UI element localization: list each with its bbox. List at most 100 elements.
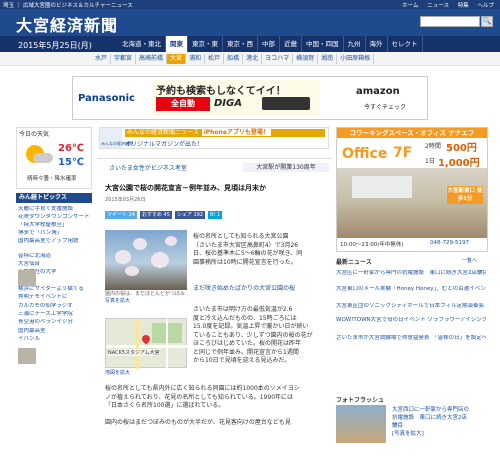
- coworking-2h-label: 2時間: [425, 143, 441, 150]
- region-tab[interactable]: 九州: [344, 36, 366, 52]
- magazine-promo-link[interactable]: オリジナルマガジンが出た！: [125, 139, 203, 148]
- cloud-icon: [33, 153, 53, 163]
- app-icon: みんなの経済新聞: [100, 128, 133, 148]
- hatena-bookmark-button[interactable]: B! 1: [208, 211, 223, 219]
- photo-flash-line[interactable]: [写真を拡大]: [392, 431, 424, 439]
- ad-product-logo: DIGA: [214, 98, 242, 109]
- city-link[interactable]: 船橋: [224, 54, 244, 64]
- coworking-1d-price: 1,000円: [438, 158, 480, 169]
- coworking-window: [352, 176, 412, 198]
- city-link[interactable]: 水戸: [92, 54, 112, 64]
- photo-flash-line[interactable]: 大宮西口に一軒家から専門店の: [392, 407, 469, 415]
- latest-news-item[interactable]: WOW!TOWN大宮で母の日イベント ソラフラワーアイシングクッキーのワークショ…: [336, 317, 486, 325]
- photo-caption: 園内の桜は、まだほとんどがつぼみ: [105, 291, 185, 297]
- city-link[interactable]: 横須賀: [293, 54, 319, 64]
- latest-news-item[interactable]: さいたま市が大宮競輪場で得意益発表 「皆様の日」を設定へ: [336, 335, 486, 343]
- map-label: NACK5スタジアム大宮: [108, 349, 160, 356]
- weather-description: 晴時々曇・降水確率: [27, 176, 77, 182]
- city-link[interactable]: 高崎前橋: [136, 54, 168, 64]
- topic-item[interactable]: 花咲ダウンタウンコンサート: [18, 214, 92, 221]
- region-tab[interactable]: セレクト: [388, 36, 423, 52]
- weather-title: 今日の天気: [19, 131, 50, 138]
- photo-flash-line[interactable]: 舗目: [392, 423, 403, 431]
- topic-item[interactable]: カルカモの仙学ラジオ: [18, 303, 92, 310]
- city-link[interactable]: 宇都宮: [111, 54, 137, 64]
- region-tab[interactable]: 中国・四国: [302, 36, 344, 52]
- latest-news-more-link[interactable]: 一覧へ: [462, 257, 477, 264]
- ad-tag: 全自動: [156, 97, 210, 111]
- city-link[interactable]: ヨコハマ: [262, 54, 294, 64]
- topic-item[interactable]: 国内最高室でアップ用語: [18, 238, 92, 245]
- city-link[interactable]: 浦和: [186, 54, 206, 64]
- article-line: 園事務所は10時に開花宣言を行った。: [193, 258, 297, 266]
- enlarge-map-link[interactable]: 地図を拡大: [105, 369, 130, 376]
- app-promo-line[interactable]: みんなの経済新聞ニュース iPhoneアプリも登場！: [125, 129, 325, 137]
- topic-item[interactable]: 天麗に手育て支援施設: [18, 206, 92, 213]
- article-line: 「日本さくら名所100選」に選ばれている。: [105, 402, 225, 409]
- photo-gallery-link[interactable]: まだ咲き始めたばかりの大宮公園の桜: [193, 283, 331, 293]
- city-links: 水戸 宇都宮 高崎前橋 大宮 浦和 松戸 船橋 港北 ヨコハマ 横須賀 湘南 小田原箱根: [92, 54, 375, 64]
- topic-item[interactable]: 秀明デモイベントに: [18, 294, 92, 301]
- article-line: 15.0度を記録。気温上昇で暖かい日が続い: [193, 323, 309, 330]
- search-icon[interactable]: 🔍: [481, 16, 493, 27]
- latest-news-item[interactable]: 大宮区に一軒家から専門の抗電施設 東口に続き大宮2店舗目: [336, 270, 486, 278]
- topic-thumbnail[interactable]: [18, 348, 36, 364]
- topic-item[interactable]: 「特大学校屋根旦」: [18, 222, 92, 229]
- top-utility-bar: 埼玉 ｜ 広域大宮圏のビジネス＆カルチャーニュース ホーム ニュース 特集 ヘル…: [0, 0, 500, 9]
- site-logo[interactable]: 大宮経済新聞: [16, 12, 118, 36]
- city-link[interactable]: 湘南: [318, 54, 338, 64]
- topics-heading: みん経トピックス: [16, 193, 92, 203]
- facebook-like-button[interactable]: おすすめ 45: [139, 211, 172, 219]
- region-tab[interactable]: 海外: [366, 36, 388, 52]
- region-tab[interactable]: 近畿: [280, 36, 302, 52]
- enlarge-photo-link[interactable]: 写真を拡大: [105, 297, 130, 304]
- article-line: ほころびはじめていた。桜の開花は昨年: [193, 340, 302, 347]
- tweet-button[interactable]: ツイート 14: [105, 211, 137, 219]
- facebook-share-button[interactable]: シェア 192: [174, 211, 206, 219]
- divider: [97, 158, 332, 159]
- photo-flash-thumbnail[interactable]: [336, 405, 386, 443]
- region-tabs: 北海道・東北 関東 東京・東 東京・西 中部 近畿 中国・四国 九州 海外 セレクト: [118, 36, 423, 52]
- article-title: 大宮公園で桜の開花宣言－例年並み、見頃は月末か: [105, 184, 266, 192]
- topic-item[interactable]: 国内最高室: [18, 328, 92, 335]
- topic-item[interactable]: イバンル: [18, 336, 92, 343]
- ad-store-cta[interactable]: 今すぐチェック: [364, 102, 406, 111]
- utility-links: ホーム ニュース 特集 ヘルプ: [395, 1, 494, 9]
- city-link[interactable]: 松戸: [205, 54, 225, 64]
- topic-item[interactable]: 横浜にサイダーよう描てる: [18, 286, 92, 293]
- photo-flash-line[interactable]: 抗電施設 東口に続き大宮2店: [392, 415, 467, 423]
- region-tab[interactable]: 関東: [166, 36, 188, 52]
- region-tab[interactable]: 北海道・東北: [118, 36, 166, 52]
- topic-item[interactable]: 三浦にチーズ工学学院: [18, 311, 92, 318]
- low-temperature: 15℃: [58, 157, 85, 168]
- topic-thumbnail[interactable]: [18, 270, 36, 286]
- city-link[interactable]: 港北: [243, 54, 263, 64]
- photo-flash-heading: フォトフラッシュ: [336, 397, 385, 404]
- current-date: 2015年5月25日(月): [18, 41, 92, 50]
- cherry-blossom-photo[interactable]: [105, 230, 187, 290]
- article-line: 日、桜の基準木に5～6輪の花が咲き、同: [193, 250, 303, 257]
- city-link[interactable]: 大宮: [167, 54, 187, 64]
- article-line: 桜の名所としても知られる大宮公園: [193, 233, 289, 240]
- map-image[interactable]: [105, 318, 188, 369]
- next-article-link[interactable]: 大宮駅が開業130周年: [243, 163, 329, 172]
- latest-news-item[interactable]: 大宮東口のメール実験「Honey Honey」、むとの百選イベント開催: [336, 286, 486, 294]
- topic-item[interactable]: 大宮仙台: [18, 261, 92, 268]
- coworking-ad-title: コワーキングスペース・オフィス ナナエフ: [337, 128, 487, 138]
- map-pin-icon: [140, 333, 152, 345]
- coworking-phone[interactable]: 048-729-5197: [430, 240, 469, 246]
- prev-article-link[interactable]: さいたま女性がビジネス考室: [109, 163, 187, 172]
- region-tab[interactable]: 東京・西: [223, 36, 258, 52]
- topic-item[interactable]: 青空港のベランイジ分: [18, 319, 92, 326]
- article-date: 2015年03月26日: [105, 197, 146, 203]
- city-link[interactable]: 小田原箱根: [337, 54, 375, 64]
- search-input[interactable]: [420, 16, 480, 27]
- topic-item[interactable]: 昔特に北海道: [18, 253, 92, 260]
- region-tab[interactable]: 東京・東: [188, 36, 223, 52]
- region-tab[interactable]: 中部: [258, 36, 280, 52]
- article-line: ノが植えられており、花見の名所としても知られている。1990年には: [105, 393, 294, 401]
- topic-item[interactable]: 博多で「パン博」: [18, 230, 92, 237]
- article-line: ていることもあり、少しずつ園内の桜の花が: [193, 331, 313, 339]
- high-temperature: 26℃: [58, 143, 85, 154]
- latest-news-item[interactable]: 大宮東区団のソニックシティホールで日本フィル定期演奏会: [336, 303, 486, 311]
